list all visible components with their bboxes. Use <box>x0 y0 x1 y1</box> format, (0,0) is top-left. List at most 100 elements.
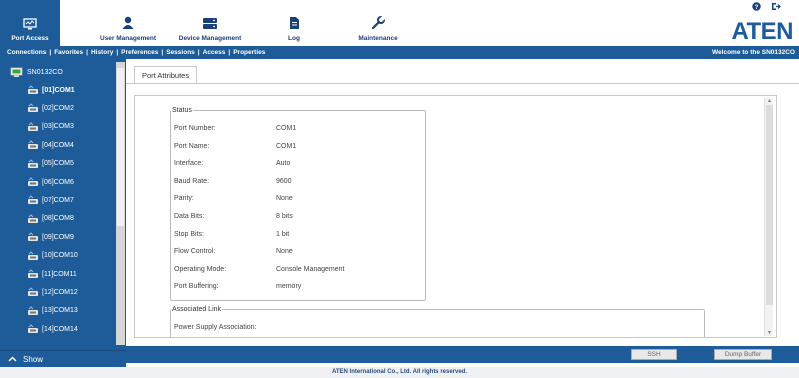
scroll-down-icon[interactable]: ▼ <box>765 330 774 336</box>
associated-link-legend: Associated Link <box>172 306 222 313</box>
status-row: Data Bits: 8 bits <box>174 213 293 220</box>
status-value: memory <box>276 283 302 291</box>
help-icon[interactable]: ? <box>752 2 761 11</box>
port-icon <box>27 158 39 169</box>
nav-label: Device Management <box>178 35 242 42</box>
monitor-icon <box>23 18 37 30</box>
status-row: Port Number: COM1 <box>174 125 296 132</box>
port-icon <box>27 103 39 113</box>
port-item[interactable]: [11]COM11 <box>27 269 77 279</box>
nav-label: User Management <box>100 35 156 42</box>
status-row: Baud Rate: 9600 <box>174 178 292 185</box>
user-icon <box>122 16 134 29</box>
nav-log[interactable]: Log <box>276 0 312 46</box>
subnav-preferences[interactable]: Preferences <box>121 49 158 56</box>
port-item[interactable]: [05]COM5 <box>27 158 74 169</box>
status-value: 8 bits <box>276 213 293 220</box>
port-icon <box>27 250 39 261</box>
status-group: Status Port Number: COM1 Port Name: COM1 I… <box>170 107 426 301</box>
document-icon <box>289 17 299 29</box>
svg-text:?: ? <box>755 4 759 11</box>
show-toggle[interactable]: Show <box>0 350 126 367</box>
port-label: [11]COM11 <box>42 270 77 278</box>
top-icons: ? <box>752 2 781 11</box>
status-value: None <box>276 248 293 256</box>
port-label: [12]COM12 <box>42 288 78 296</box>
status-value: None <box>276 195 293 203</box>
subnav-links: Connections | Favorites | History | Prefere… <box>7 49 266 56</box>
action-bar: SSH Dump Buffer <box>126 346 799 363</box>
port-icon <box>27 122 39 132</box>
status-label: Interface: <box>174 160 204 168</box>
welcome-text: Welcome to the SN0132CO <box>712 49 795 56</box>
tab-divider <box>126 83 799 84</box>
port-label: [06]COM6 <box>42 178 74 186</box>
port-label: [09]COM9 <box>42 233 74 241</box>
port-icon <box>27 324 39 334</box>
nav-port-access[interactable]: Port Access <box>0 0 60 46</box>
subnav-history[interactable]: History <box>91 49 113 56</box>
footer-copyright: ATEN International Co., Ltd. All rights … <box>0 367 799 378</box>
port-item[interactable]: [13]COM13 <box>27 306 78 316</box>
subnav-properties[interactable]: Properties <box>233 49 265 56</box>
status-value: Auto <box>276 160 291 168</box>
nav-maintenance[interactable]: Maintenance <box>345 0 411 46</box>
nav-device-management[interactable]: Device Management <box>168 0 252 46</box>
port-item[interactable]: [08]COM8 <box>27 214 74 224</box>
tab-port-attributes[interactable]: Port Attributes <box>134 66 198 83</box>
port-icon <box>27 195 39 205</box>
panel-scrollbar[interactable]: ▲ ▼ <box>764 98 773 336</box>
status-label: Stop Bits: <box>174 230 204 238</box>
device-icon <box>10 67 23 77</box>
port-item[interactable]: [02]COM2 <box>27 103 74 113</box>
status-row: Port Name: COM1 <box>174 143 296 150</box>
port-item[interactable]: [07]COM7 <box>27 195 74 205</box>
status-label: Flow Control: <box>174 248 216 256</box>
status-label: Port Name: <box>174 142 210 150</box>
port-label: [03]COM3 <box>42 123 74 131</box>
status-row: Flow Control: None <box>174 248 293 255</box>
port-icon <box>27 269 39 279</box>
nav-label: Log <box>288 35 300 42</box>
port-item[interactable]: [04]COM4 <box>27 140 74 150</box>
status-row: Port Buffering: memory <box>174 283 301 290</box>
ssh-button[interactable]: SSH <box>631 349 677 360</box>
subnav-access[interactable]: Access <box>203 49 226 56</box>
port-item[interactable]: [03]COM3 <box>27 122 74 132</box>
associated-link-group: Associated Link Power Supply Association… <box>170 306 705 337</box>
status-label: Parity: <box>174 195 194 203</box>
port-label: [14]COM14 <box>42 325 78 333</box>
port-item[interactable]: [12]COM12 <box>27 287 78 297</box>
panel-scroll-thumb[interactable] <box>766 105 773 305</box>
wrench-icon <box>371 16 385 30</box>
sidebar-scrollbar[interactable] <box>116 62 125 345</box>
subnav-sessions[interactable]: Sessions <box>166 49 195 56</box>
tree-root-device[interactable]: SN0132CO <box>10 67 63 78</box>
port-item[interactable]: [14]COM14 <box>27 324 78 334</box>
port-item[interactable]: [01]COM1 <box>27 85 75 95</box>
sidebar-scroll-thumb[interactable] <box>117 68 124 226</box>
subnav-connections[interactable]: Connections <box>7 49 46 56</box>
scroll-up-icon[interactable]: ▲ <box>765 98 774 104</box>
subnav-favorites[interactable]: Favorites <box>54 49 83 56</box>
port-icon <box>27 287 39 297</box>
nav-label: Port Access <box>11 35 49 42</box>
port-icon <box>27 140 39 150</box>
dump-buffer-button[interactable]: Dump Buffer <box>714 349 772 360</box>
status-legend: Status <box>172 107 192 114</box>
port-label: [07]COM7 <box>42 196 74 204</box>
port-item[interactable]: [09]COM9 <box>27 232 74 242</box>
status-value: 1 bit <box>276 230 290 238</box>
main-content: Port Attributes Status Port Number: COM1 … <box>126 59 799 346</box>
port-item[interactable]: [06]COM6 <box>27 177 74 187</box>
power-supply-association: Power Supply Association: <box>174 324 257 331</box>
nav-label: Maintenance <box>358 35 398 42</box>
chevron-up-icon <box>8 356 17 362</box>
logout-icon[interactable] <box>771 2 781 11</box>
port-label: [05]COM5 <box>42 160 74 168</box>
nav-user-management[interactable]: User Management <box>89 0 167 46</box>
server-icon <box>203 18 217 29</box>
port-item[interactable]: [10]COM10 <box>27 250 78 261</box>
port-label: [04]COM4 <box>42 141 74 149</box>
status-row: Parity: None <box>174 195 293 202</box>
